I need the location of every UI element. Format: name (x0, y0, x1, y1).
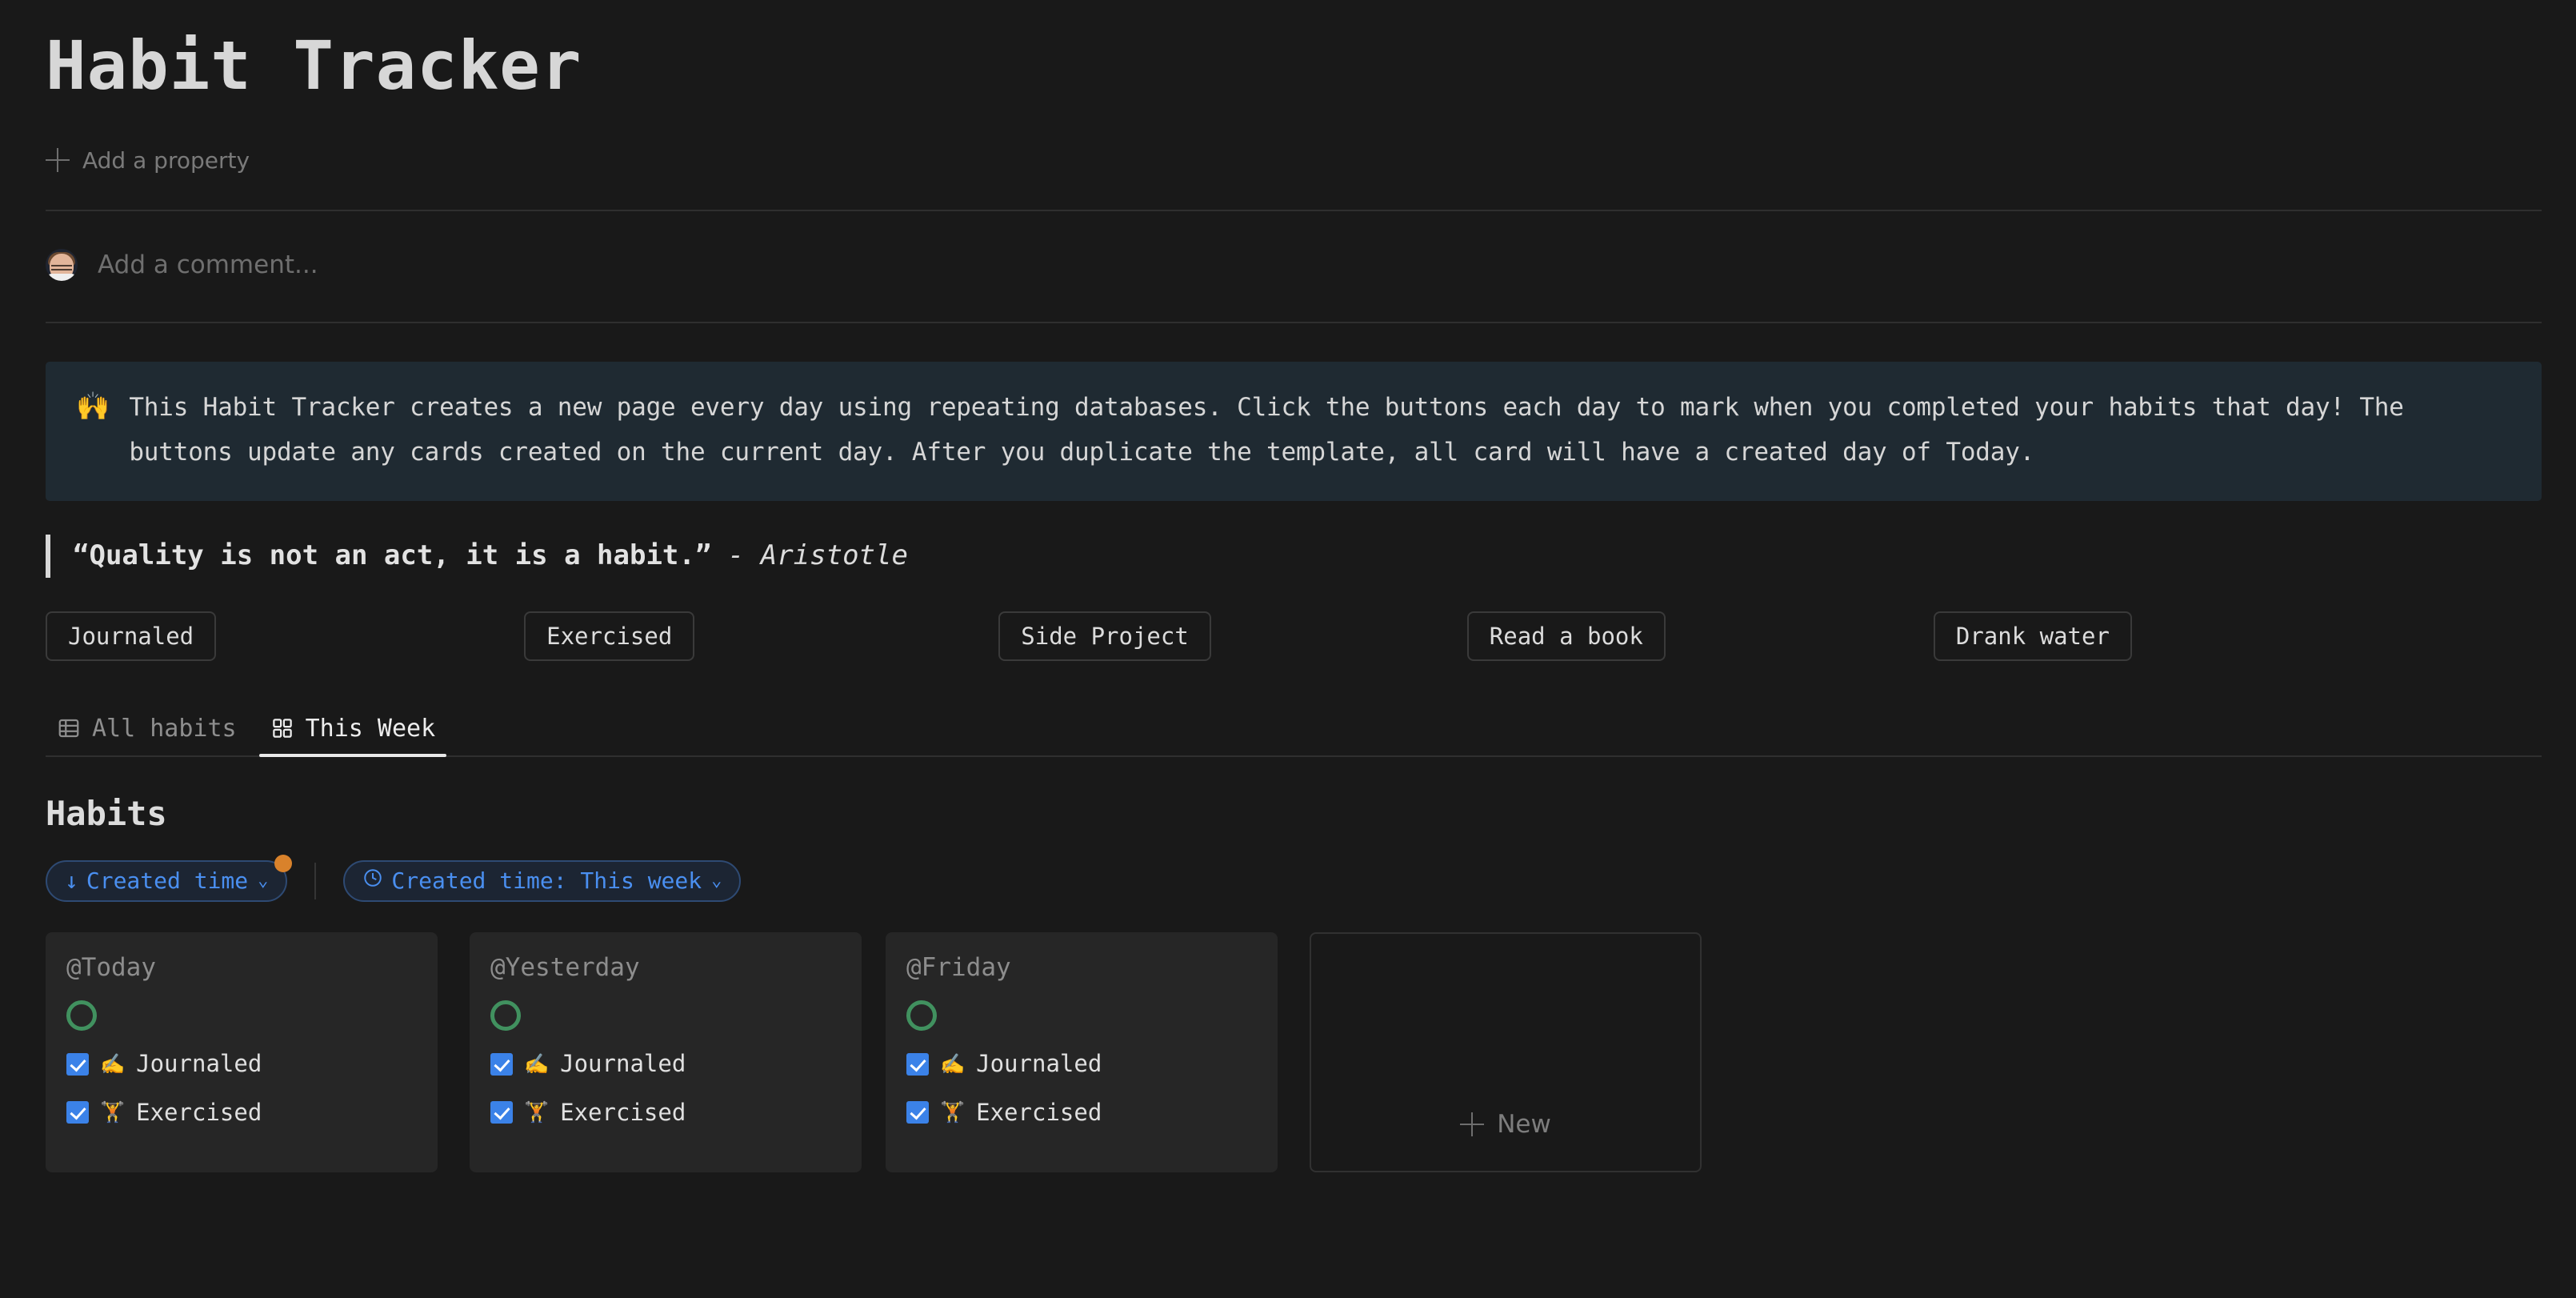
sort-descending-icon: ↓ (65, 867, 78, 894)
clock-icon (362, 867, 383, 894)
habit-button-exercised[interactable]: Exercised (524, 611, 694, 661)
status-badge-dot (274, 855, 292, 872)
weightlifter-icon: 🏋️ (940, 1100, 965, 1124)
progress-ring-icon (66, 1000, 97, 1031)
card-item-label: Exercised (560, 1099, 686, 1127)
new-card-button[interactable]: New (1310, 932, 1702, 1172)
avatar (46, 249, 78, 281)
card-title: @Yesterday (490, 953, 841, 983)
card-checkbox-row[interactable]: 🏋️ Exercised (490, 1099, 841, 1127)
habit-tracker-page: Habit Tracker Add a property Add a comme… (0, 0, 2576, 1298)
chevron-down-icon: ⌄ (711, 872, 722, 890)
filter-chip-label: Created time: This week (391, 867, 702, 894)
spacer (216, 611, 524, 661)
chevron-down-icon: ⌄ (258, 872, 268, 890)
habit-card-today[interactable]: @Today ✍️ Journaled 🏋️ Exercised (46, 932, 438, 1172)
sort-chip-created-time[interactable]: ↓ Created time ⌄ (46, 860, 287, 902)
table-view-icon (57, 716, 81, 740)
habit-card-yesterday[interactable]: @Yesterday ✍️ Journaled 🏋️ Exercised (470, 932, 862, 1172)
filter-chip-row: ↓ Created time ⌄ Created time: This week… (46, 859, 2530, 903)
weightlifter-icon: 🏋️ (100, 1100, 125, 1124)
card-title: @Today (66, 953, 417, 983)
plus-icon (46, 148, 70, 172)
quote-text: “Quality is not an act, it is a habit.” (73, 539, 711, 571)
new-card-label-wrap: New (1460, 1110, 1551, 1139)
quote-attribution: - Aristotle (711, 539, 908, 571)
tab-this-week[interactable]: This Week (259, 715, 447, 755)
checkbox-journaled[interactable] (490, 1053, 513, 1076)
filter-chip-created-time-this-week[interactable]: Created time: This week ⌄ (343, 860, 741, 902)
card-checkbox-row[interactable]: 🏋️ Exercised (906, 1099, 1257, 1127)
card-gallery: @Today ✍️ Journaled 🏋️ Exercised @Yester… (46, 932, 2530, 1172)
add-property-label: Add a property (82, 147, 250, 174)
callout-block: 🙌 This Habit Tracker creates a new page … (46, 362, 2542, 501)
writing-hand-icon: ✍️ (100, 1052, 125, 1076)
board-view-icon (270, 716, 294, 740)
quote-block: “Quality is not an act, it is a habit.” … (46, 535, 2530, 578)
weightlifter-icon: 🏋️ (524, 1100, 549, 1124)
checkbox-exercised[interactable] (66, 1101, 89, 1124)
habit-button-side-project[interactable]: Side Project (998, 611, 1211, 661)
checkbox-journaled[interactable] (66, 1053, 89, 1076)
comment-row[interactable]: Add a comment... (46, 243, 2530, 286)
spacer (694, 611, 998, 661)
comment-input[interactable]: Add a comment... (98, 250, 318, 279)
spacer (1211, 611, 1467, 661)
habit-button-journaled[interactable]: Journaled (46, 611, 216, 661)
habit-button-drank-water[interactable]: Drank water (1934, 611, 2132, 661)
sort-chip-label: Created time (86, 867, 248, 894)
view-tabs: All habits This Week (46, 701, 2542, 757)
card-checkbox-row[interactable]: ✍️ Journaled (490, 1050, 841, 1078)
tab-all-habits-label: All habits (92, 715, 237, 743)
tab-this-week-label: This Week (306, 715, 436, 743)
card-item-label: Journaled (560, 1050, 686, 1078)
habit-button-row: Journaled Exercised Side Project Read a … (46, 611, 2530, 661)
divider-top (46, 210, 2542, 211)
writing-hand-icon: ✍️ (524, 1052, 549, 1076)
card-item-label: Exercised (976, 1099, 1102, 1127)
habit-button-read-a-book[interactable]: Read a book (1467, 611, 1666, 661)
writing-hand-icon: ✍️ (940, 1052, 965, 1076)
plus-icon (1460, 1112, 1484, 1136)
add-property-button[interactable]: Add a property (46, 144, 2530, 176)
page-title: Habit Tracker (46, 0, 2530, 102)
card-item-label: Journaled (136, 1050, 262, 1078)
callout-text: This Habit Tracker creates a new page ev… (129, 386, 2510, 475)
card-item-label: Exercised (136, 1099, 262, 1127)
checkbox-journaled[interactable] (906, 1053, 929, 1076)
progress-ring-icon (490, 1000, 521, 1031)
chip-separator (314, 863, 316, 899)
new-card-label: New (1497, 1110, 1551, 1139)
checkbox-exercised[interactable] (490, 1101, 513, 1124)
card-item-label: Journaled (976, 1050, 1102, 1078)
habit-card-friday[interactable]: @Friday ✍️ Journaled 🏋️ Exercised (886, 932, 1278, 1172)
card-checkbox-row[interactable]: 🏋️ Exercised (66, 1099, 417, 1127)
database-heading: Habits (46, 794, 2530, 833)
raised-hands-icon: 🙌 (76, 386, 110, 475)
tab-all-habits[interactable]: All habits (46, 715, 248, 755)
card-checkbox-row[interactable]: ✍️ Journaled (66, 1050, 417, 1078)
spacer (1666, 611, 1934, 661)
checkbox-exercised[interactable] (906, 1101, 929, 1124)
card-title: @Friday (906, 953, 1257, 983)
card-checkbox-row[interactable]: ✍️ Journaled (906, 1050, 1257, 1078)
progress-ring-icon (906, 1000, 937, 1031)
divider-bottom (46, 322, 2542, 323)
